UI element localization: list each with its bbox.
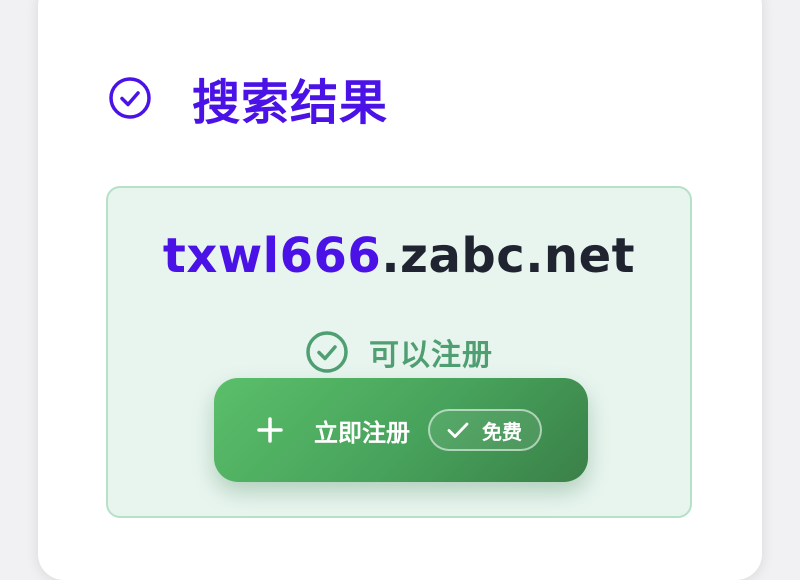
check-icon bbox=[446, 418, 470, 442]
domain-result-box: txwl666.zabc.net 可以注册 立即注册 免费 bbox=[106, 186, 692, 518]
register-button-label: 立即注册 bbox=[314, 418, 410, 447]
domain-name: txwl666 bbox=[162, 228, 382, 284]
plus-icon bbox=[256, 416, 284, 444]
free-badge: 免费 bbox=[428, 409, 542, 451]
availability-status: 可以注册 bbox=[108, 330, 690, 374]
domain-display: txwl666.zabc.net bbox=[108, 228, 690, 284]
status-text: 可以注册 bbox=[369, 338, 493, 373]
result-header: 搜索结果 bbox=[108, 66, 389, 131]
check-circle-icon bbox=[108, 76, 152, 120]
register-now-button[interactable]: 立即注册 免费 bbox=[214, 378, 588, 482]
check-circle-icon bbox=[305, 330, 349, 374]
domain-suffix: .zabc.net bbox=[381, 228, 636, 284]
free-badge-label: 免费 bbox=[482, 419, 522, 444]
page-title: 搜索结果 bbox=[192, 75, 389, 131]
